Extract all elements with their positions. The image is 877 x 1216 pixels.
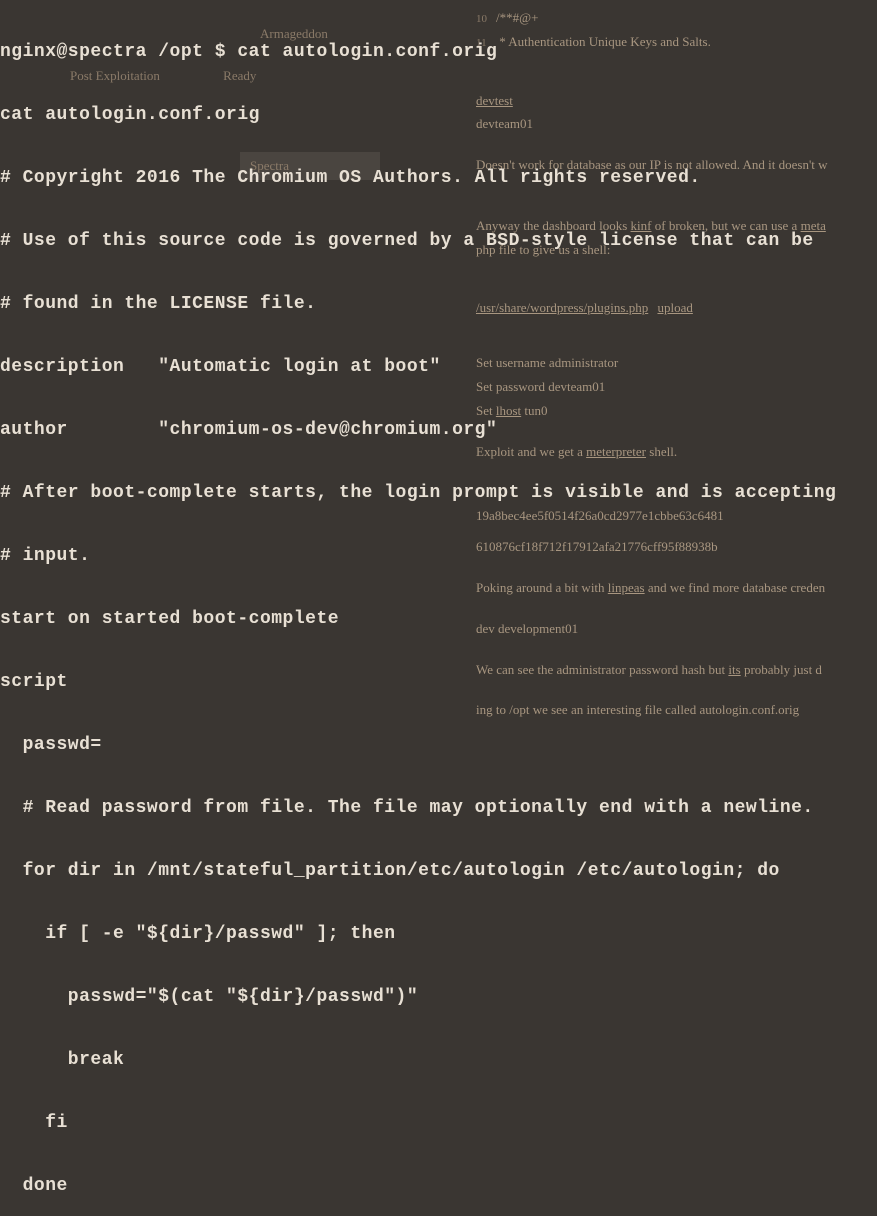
terminal-line: nginx@spectra /opt $ cat autologin.conf.… [0,42,877,63]
terminal-line: # Use of this source code is governed by… [0,231,877,252]
terminal-line: cat autologin.conf.orig [0,105,877,126]
terminal-line: done [0,1176,877,1197]
terminal-line: description "Automatic login at boot" [0,357,877,378]
terminal-line: for dir in /mnt/stateful_partition/etc/a… [0,861,877,882]
terminal-line: break [0,1050,877,1071]
terminal-line: start on started boot-complete [0,609,877,630]
terminal-line: # Copyright 2016 The Chromium OS Authors… [0,168,877,189]
terminal-line: author "chromium-os-dev@chromium.org" [0,420,877,441]
terminal-line: if [ -e "${dir}/passwd" ]; then [0,924,877,945]
terminal-line: # After boot-complete starts, the login … [0,483,877,504]
terminal-line: fi [0,1113,877,1134]
terminal-output: nginx@spectra /opt $ cat autologin.conf.… [0,0,877,608]
terminal-line: passwd="$(cat "${dir}/passwd")" [0,987,877,1008]
terminal-line: passwd= [0,735,877,756]
terminal-line: # found in the LICENSE file. [0,294,877,315]
terminal-line: script [0,672,877,693]
terminal-line: # input. [0,546,877,567]
terminal-line: # Read password from file. The file may … [0,798,877,819]
